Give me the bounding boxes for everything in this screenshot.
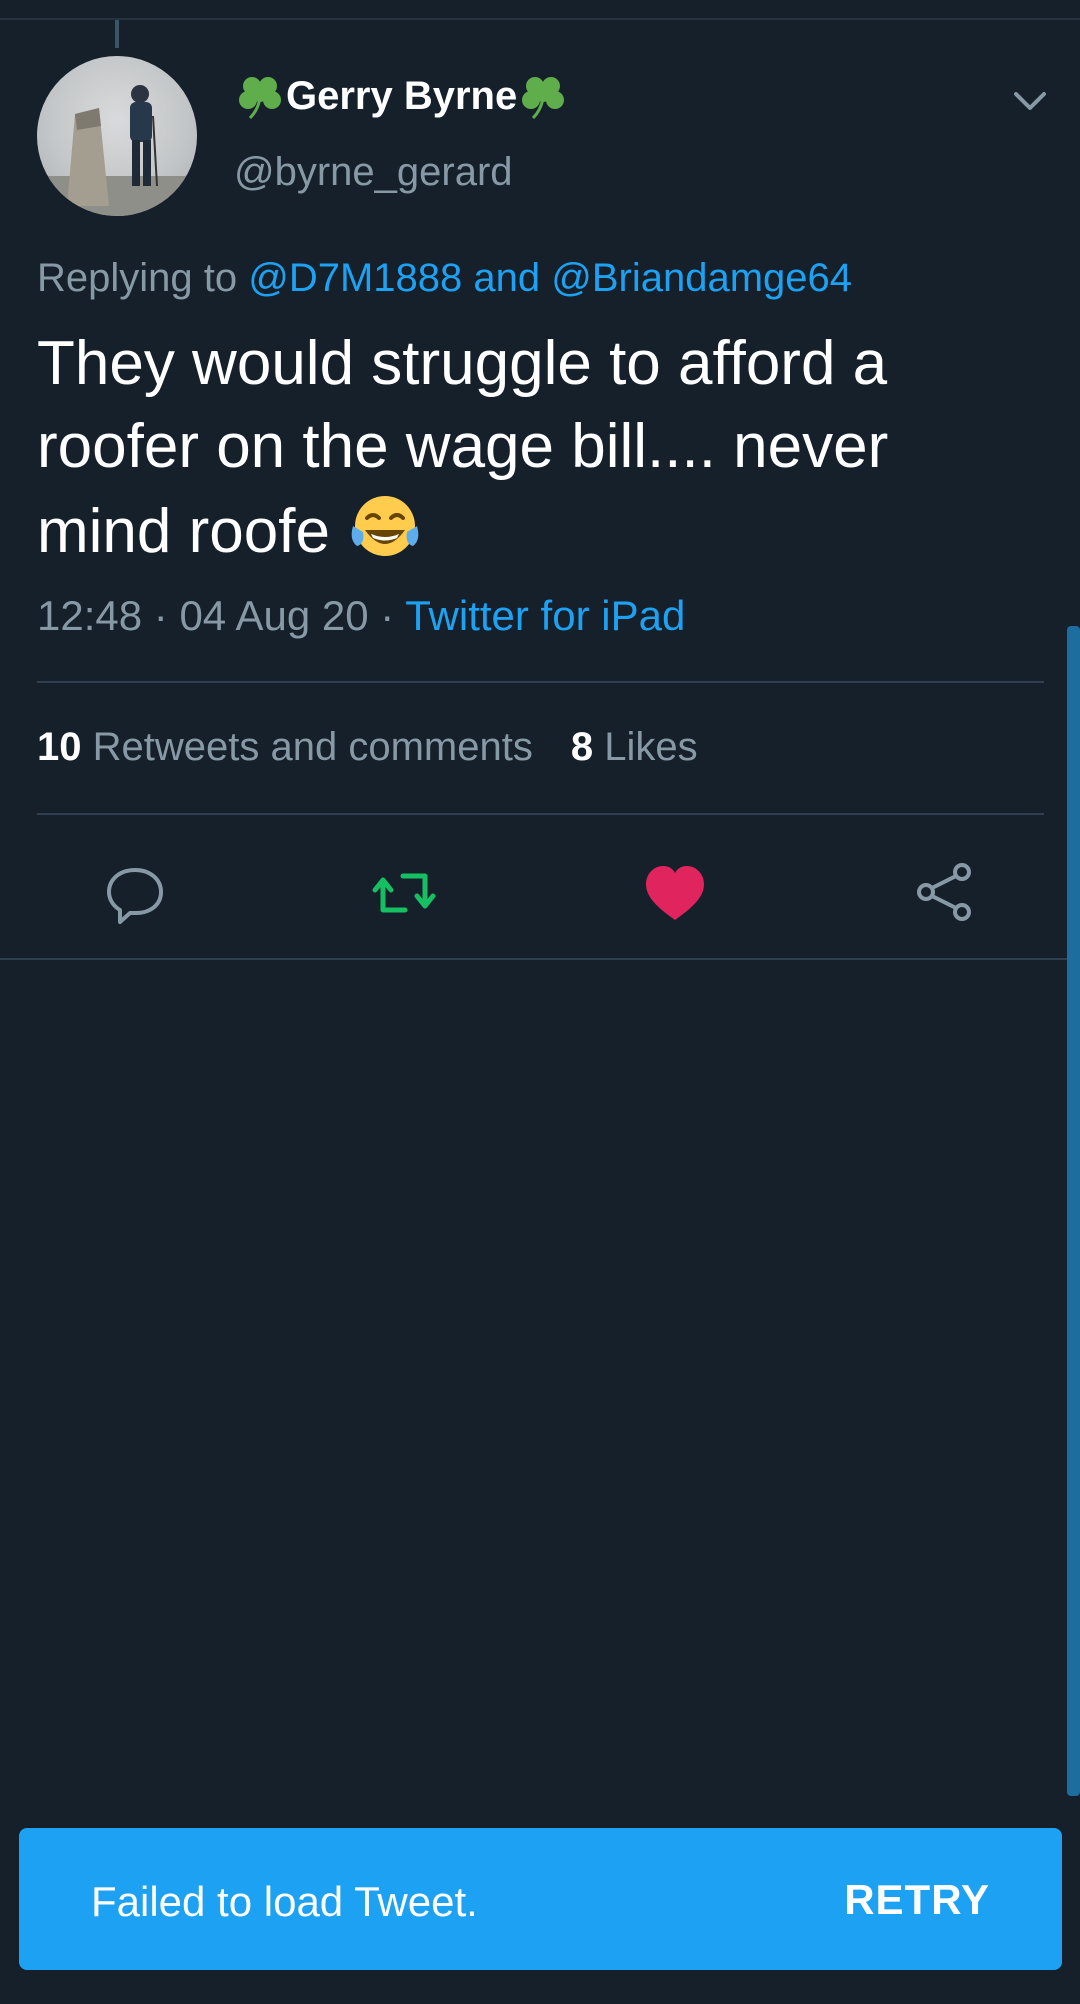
tweet-meta: 12:48 · 04 Aug 20 · Twitter for iPad [37, 592, 685, 640]
thread-connector-line [115, 20, 119, 48]
scrollbar[interactable] [1067, 626, 1080, 1796]
tears-of-joy-emoji-icon [351, 496, 419, 556]
heart-icon[interactable] [640, 858, 710, 928]
error-toast: Failed to load Tweet. RETRY [19, 1828, 1062, 1970]
divider [37, 681, 1044, 683]
reply-user-link-2[interactable]: @Briandamge64 [551, 256, 852, 300]
tweet-text: They would struggle to afford a roofer o… [37, 322, 1037, 573]
meta-separator: · [142, 592, 180, 639]
chevron-down-icon[interactable] [1010, 86, 1050, 116]
tweet-date: 04 Aug 20 [179, 592, 369, 639]
author-name[interactable]: Gerry Byrne [234, 70, 569, 122]
retweet-icon[interactable] [369, 858, 439, 928]
retweets-count: 10 [37, 725, 82, 769]
avatar-photo [37, 85, 197, 216]
divider [37, 813, 1044, 815]
tweet-client-link[interactable]: Twitter for iPad [405, 592, 685, 639]
toast-message: Failed to load Tweet. [91, 1878, 478, 1925]
avatar[interactable] [37, 56, 197, 216]
tweet-body: They would struggle to afford a roofer o… [37, 329, 889, 566]
reply-joiner[interactable]: and [462, 256, 551, 300]
top-divider [0, 18, 1080, 20]
shamrock-icon [239, 77, 281, 120]
likes-stat[interactable]: 8 Likes [571, 725, 698, 769]
divider [0, 958, 1080, 960]
retweets-stat[interactable]: 10 Retweets and comments [37, 725, 533, 769]
shamrock-icon [522, 77, 565, 120]
replying-to: Replying to @D7M1888 and @Briandamge64 [37, 256, 852, 301]
author-name-text: Gerry Byrne [286, 73, 518, 118]
author-handle[interactable]: @byrne_gerard [234, 150, 513, 195]
replying-prefix: Replying to [37, 256, 249, 300]
retry-button[interactable]: RETRY [844, 1876, 990, 1924]
tweet-stats: 10 Retweets and comments 8 Likes [37, 725, 698, 770]
retweets-label: Retweets and comments [92, 725, 533, 769]
comment-icon[interactable] [100, 858, 170, 928]
likes-count: 8 [570, 725, 594, 769]
share-icon[interactable] [910, 858, 980, 928]
meta-separator: · [368, 592, 406, 639]
likes-label: Likes [604, 725, 698, 769]
tweet-time: 12:48 [37, 592, 143, 639]
reply-user-link-1[interactable]: @D7M1888 [248, 256, 462, 300]
